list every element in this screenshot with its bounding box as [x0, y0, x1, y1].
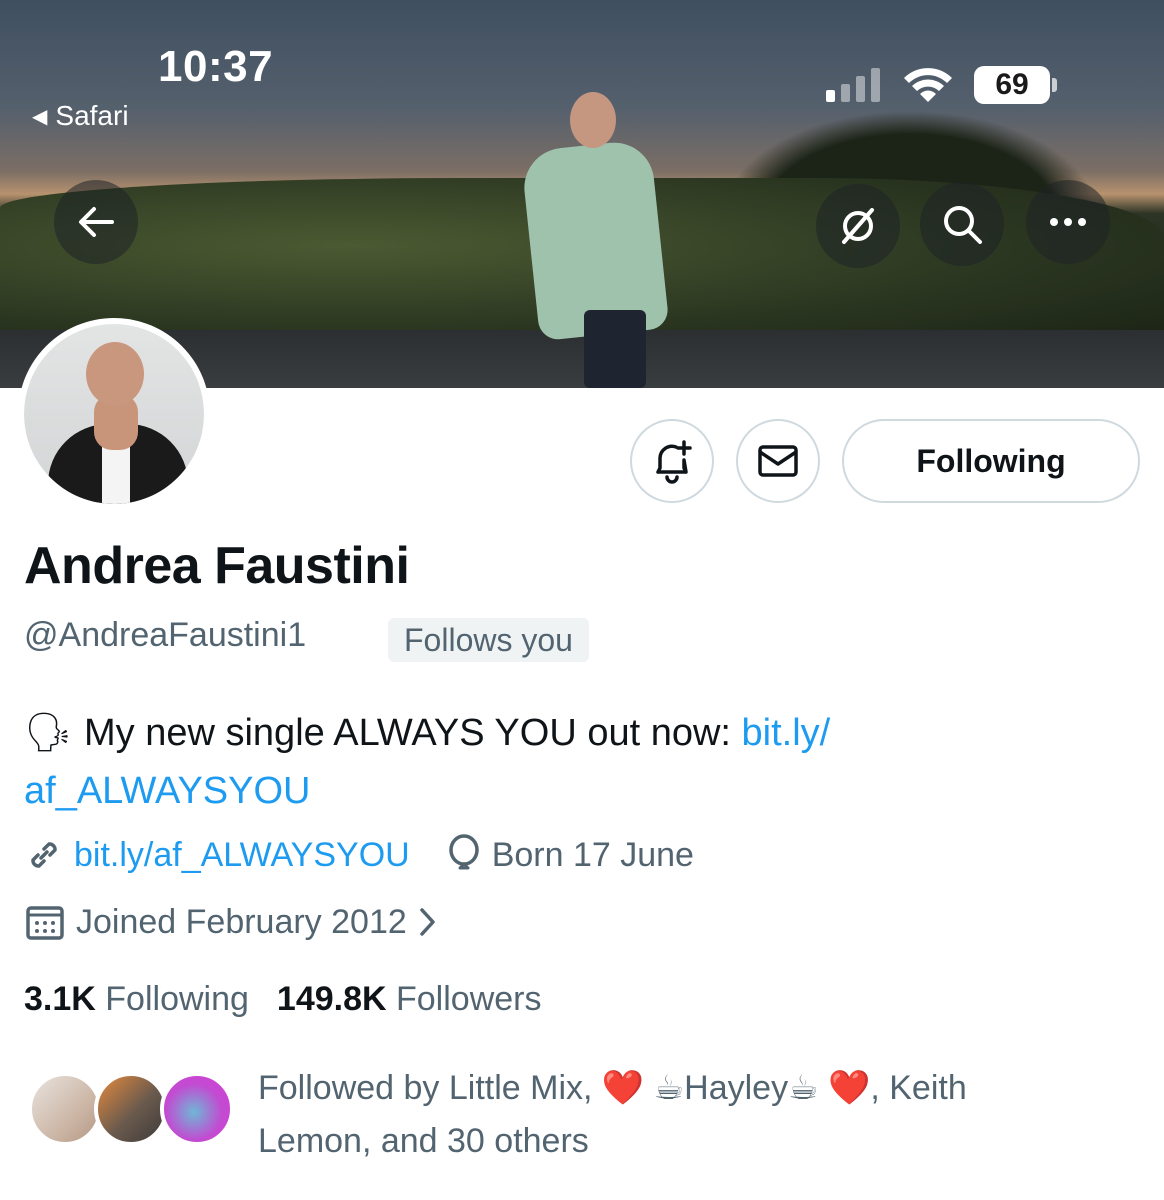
website-link[interactable]: bit.ly/af_ALWAYSYOU: [74, 836, 410, 875]
avatar-photo: [24, 324, 204, 504]
cellular-signal-icon: [826, 68, 880, 102]
back-arrow-icon: [79, 207, 114, 237]
birthday-item: Born 17 June: [446, 834, 694, 876]
banner-person-legs: [584, 310, 646, 388]
website-item[interactable]: bit.ly/af_ALWAYSYOU: [24, 835, 410, 875]
following-button[interactable]: Following: [842, 419, 1140, 503]
chevron-right-icon: [420, 908, 435, 936]
search-button[interactable]: [920, 182, 1004, 266]
follower-avatar-1[interactable]: [28, 1072, 102, 1146]
more-button[interactable]: [1026, 180, 1110, 264]
more-icon: [1050, 218, 1086, 226]
follows-you-badge: Follows you: [388, 618, 589, 662]
bio: 🗣 My new single ALWAYS YOU out now: bit.l…: [24, 704, 1134, 820]
link-icon: [31, 842, 57, 868]
hide-button[interactable]: [816, 184, 900, 268]
profile-meta-row-1: bit.ly/af_ALWAYSYOU Born 17 June: [24, 834, 694, 876]
banner-person-head: [570, 92, 616, 148]
notifications-button[interactable]: [630, 419, 714, 503]
display-name: Andrea Faustini: [24, 537, 410, 595]
status-time: 10:37: [158, 42, 274, 91]
calendar-icon: [26, 906, 64, 940]
back-to-app[interactable]: ◀ Safari: [32, 100, 129, 132]
handle: @AndreaFaustini1: [24, 616, 307, 654]
joined-text: Joined February 2012: [76, 902, 407, 941]
speaking-head-emoji: 🗣: [24, 712, 73, 754]
followed-by-text[interactable]: Followed by Little Mix, ❤️ ☕Hayley☕ ❤️, …: [258, 1062, 1138, 1168]
back-app-label: Safari: [55, 100, 129, 131]
follower-avatar-3[interactable]: [160, 1072, 234, 1146]
battery-indicator: 69: [974, 66, 1050, 104]
followers-stat[interactable]: 149.8K Followers: [277, 980, 542, 1019]
birthday-text: Born 17 June: [491, 835, 694, 874]
joined-item[interactable]: Joined February 2012: [24, 902, 439, 942]
bell-plus-icon: [656, 440, 692, 484]
battery-tip: [1052, 78, 1057, 92]
bio-text: My new single ALWAYS YOU out now:: [84, 712, 742, 754]
follow-stats: 3.1K Following 149.8K Followers: [24, 980, 541, 1019]
wifi-icon: [904, 68, 952, 102]
back-button[interactable]: [54, 180, 138, 264]
avatar[interactable]: [18, 318, 210, 510]
profile-meta-row-2[interactable]: Joined February 2012: [24, 902, 439, 942]
search-icon: [944, 206, 982, 244]
envelope-icon: [758, 445, 798, 477]
following-stat[interactable]: 3.1K Following: [24, 980, 249, 1019]
slash-circle-icon: [842, 208, 874, 244]
follower-avatar-2[interactable]: [94, 1072, 168, 1146]
balloon-icon: [448, 834, 479, 870]
message-button[interactable]: [736, 419, 820, 503]
back-triangle-icon: ◀: [32, 105, 48, 128]
